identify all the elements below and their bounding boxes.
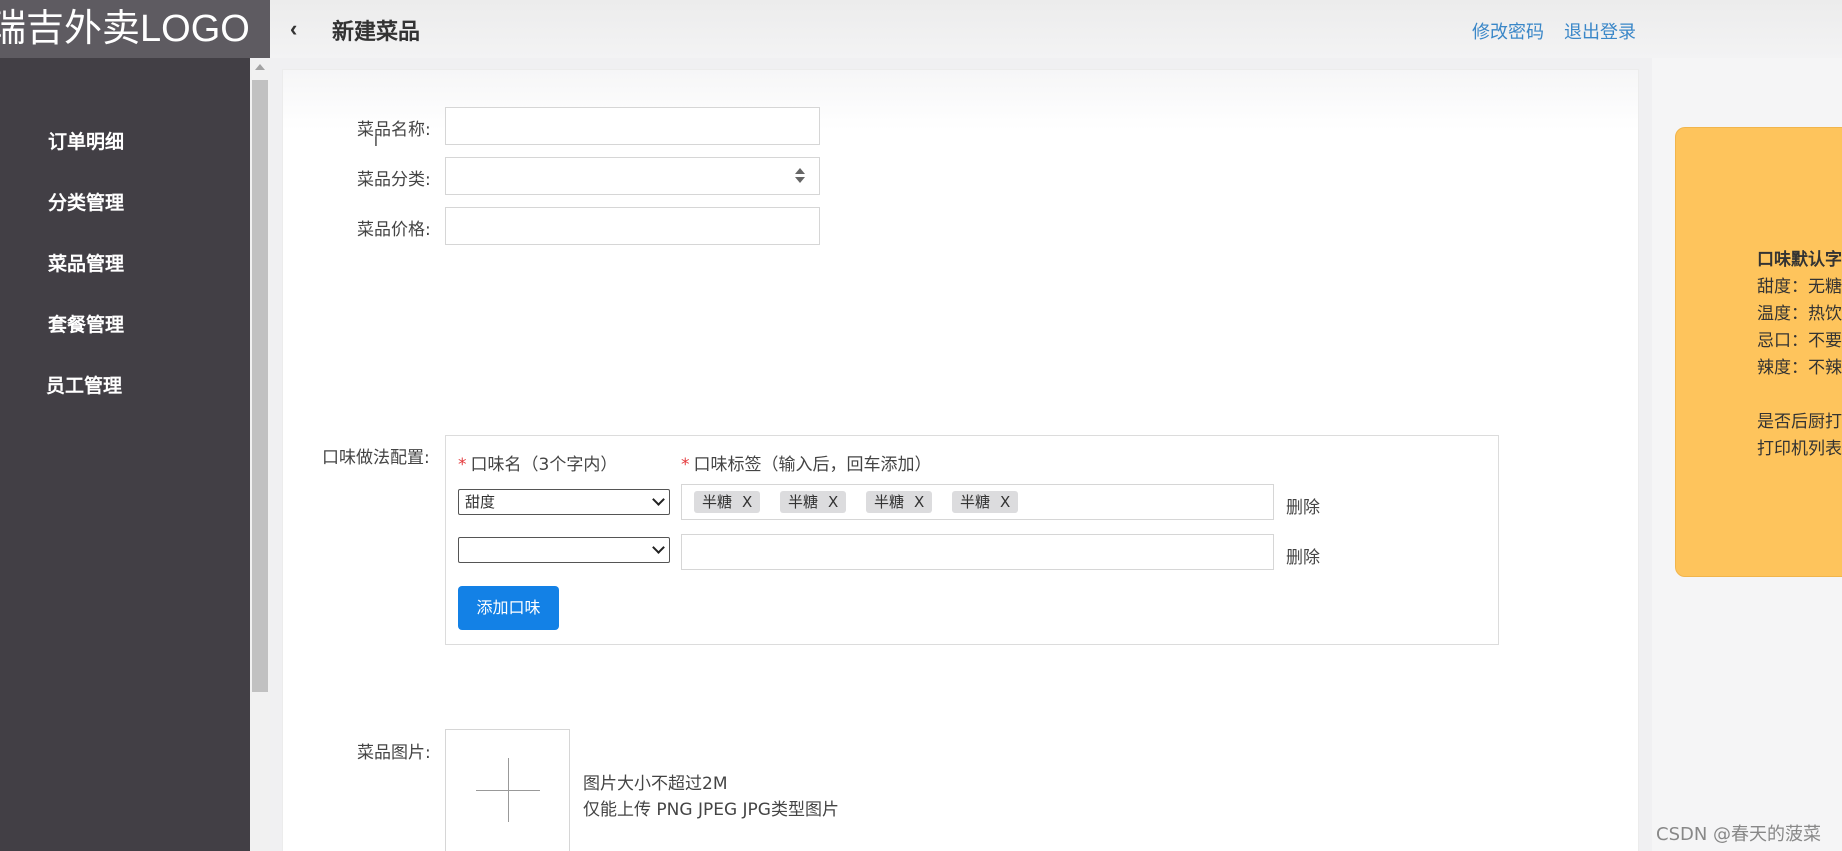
- header: ‹ 新建菜品 修改密码 退出登录: [270, 0, 1842, 58]
- page-title: 新建菜品: [332, 20, 421, 45]
- flavor-name-select[interactable]: 甜度: [458, 489, 670, 515]
- sidebar-item-employees[interactable]: 员工管理: [46, 371, 122, 398]
- flavor-config-label: 口味做法配置:: [322, 448, 430, 468]
- flavor-tag: 半糖 X: [866, 491, 933, 513]
- scroll-thumb[interactable]: [252, 80, 268, 692]
- flavor-tag: 半糖 X: [952, 491, 1019, 513]
- tip-line: 温度：热饮: [1757, 304, 1842, 324]
- plus-icon: [508, 758, 509, 822]
- text-cursor-icon: I: [374, 133, 378, 149]
- dish-price-input[interactable]: [445, 207, 820, 245]
- dish-category-label: 菜品分类:: [357, 170, 431, 190]
- tip-line: 是否后厨打: [1757, 412, 1842, 432]
- flavor-tags-input[interactable]: 半糖 X 半糖 X 半糖 X 半糖 X: [681, 484, 1274, 520]
- sidebar-item-orders[interactable]: 订单明细: [48, 127, 124, 154]
- sidebar-item-combos[interactable]: 套餐管理: [48, 310, 124, 337]
- logo: 瑞吉外卖LOGO: [0, 0, 270, 58]
- tag-remove-icon[interactable]: X: [742, 493, 752, 511]
- upload-hint-size: 图片大小不超过2M: [583, 774, 728, 794]
- tag-remove-icon[interactable]: X: [1000, 493, 1010, 511]
- upload-hint-types: 仅能上传 PNG JPEG JPG类型图片: [583, 800, 839, 820]
- flavor-config-box: * 口味名（3个字内） * 口味标签（输入后，回车添加） 甜度 半糖 X 半糖 X 半糖…: [445, 435, 1499, 645]
- required-mark: *: [681, 455, 690, 475]
- chevron-down-icon: [652, 493, 665, 506]
- tip-line: 甜度：无糖: [1757, 277, 1842, 297]
- tip-line: 辣度：不辣: [1757, 358, 1842, 378]
- delete-flavor-button[interactable]: 删除: [1286, 493, 1320, 518]
- watermark: CSDN @春天的菠菜: [1656, 824, 1822, 845]
- tip-line: 口味默认字: [1757, 250, 1842, 270]
- tag-remove-icon[interactable]: X: [914, 493, 924, 511]
- delete-flavor-button[interactable]: 删除: [1286, 543, 1320, 568]
- flavor-tip-card: 口味默认字 甜度：无糖 温度：热饮 忌口：不要 辣度：不辣 是否后厨打 打印机列…: [1675, 127, 1842, 577]
- dish-price-label: 菜品价格:: [357, 220, 431, 240]
- chevron-down-icon: [652, 541, 665, 554]
- sidebar-item-categories[interactable]: 分类管理: [48, 188, 124, 215]
- logout-link[interactable]: 退出登录: [1564, 18, 1636, 44]
- sidebar: 订单明细 分类管理 菜品管理 套餐管理 员工管理: [0, 58, 250, 851]
- dish-image-label: 菜品图片:: [357, 743, 431, 763]
- sidebar-scrollbar[interactable]: [250, 60, 270, 851]
- image-upload[interactable]: [445, 729, 570, 851]
- dish-category-select[interactable]: [445, 157, 820, 195]
- tag-remove-icon[interactable]: X: [828, 493, 838, 511]
- sidebar-item-dishes[interactable]: 菜品管理: [48, 249, 124, 276]
- tip-line: 忌口：不要: [1757, 331, 1842, 351]
- flavor-tags-input[interactable]: [681, 534, 1274, 570]
- select-arrows-icon: [795, 168, 805, 184]
- dish-name-label: 菜品名称:: [357, 120, 431, 140]
- flavor-tag: 半糖 X: [780, 491, 847, 513]
- flavor-tags-header: * 口味标签（输入后，回车添加）: [681, 455, 932, 475]
- flavor-name-select[interactable]: [458, 537, 670, 563]
- dish-name-input[interactable]: [445, 107, 820, 145]
- flavor-name-header: * 口味名（3个字内）: [458, 455, 618, 475]
- tip-line: 打印机列表: [1757, 439, 1842, 459]
- scroll-up-icon[interactable]: [255, 64, 265, 70]
- add-flavor-button[interactable]: 添加口味: [458, 586, 559, 630]
- chevron-left-icon[interactable]: ‹: [290, 18, 310, 40]
- change-password-link[interactable]: 修改密码: [1472, 18, 1544, 44]
- required-mark: *: [458, 455, 467, 475]
- flavor-tag: 半糖 X: [694, 491, 761, 513]
